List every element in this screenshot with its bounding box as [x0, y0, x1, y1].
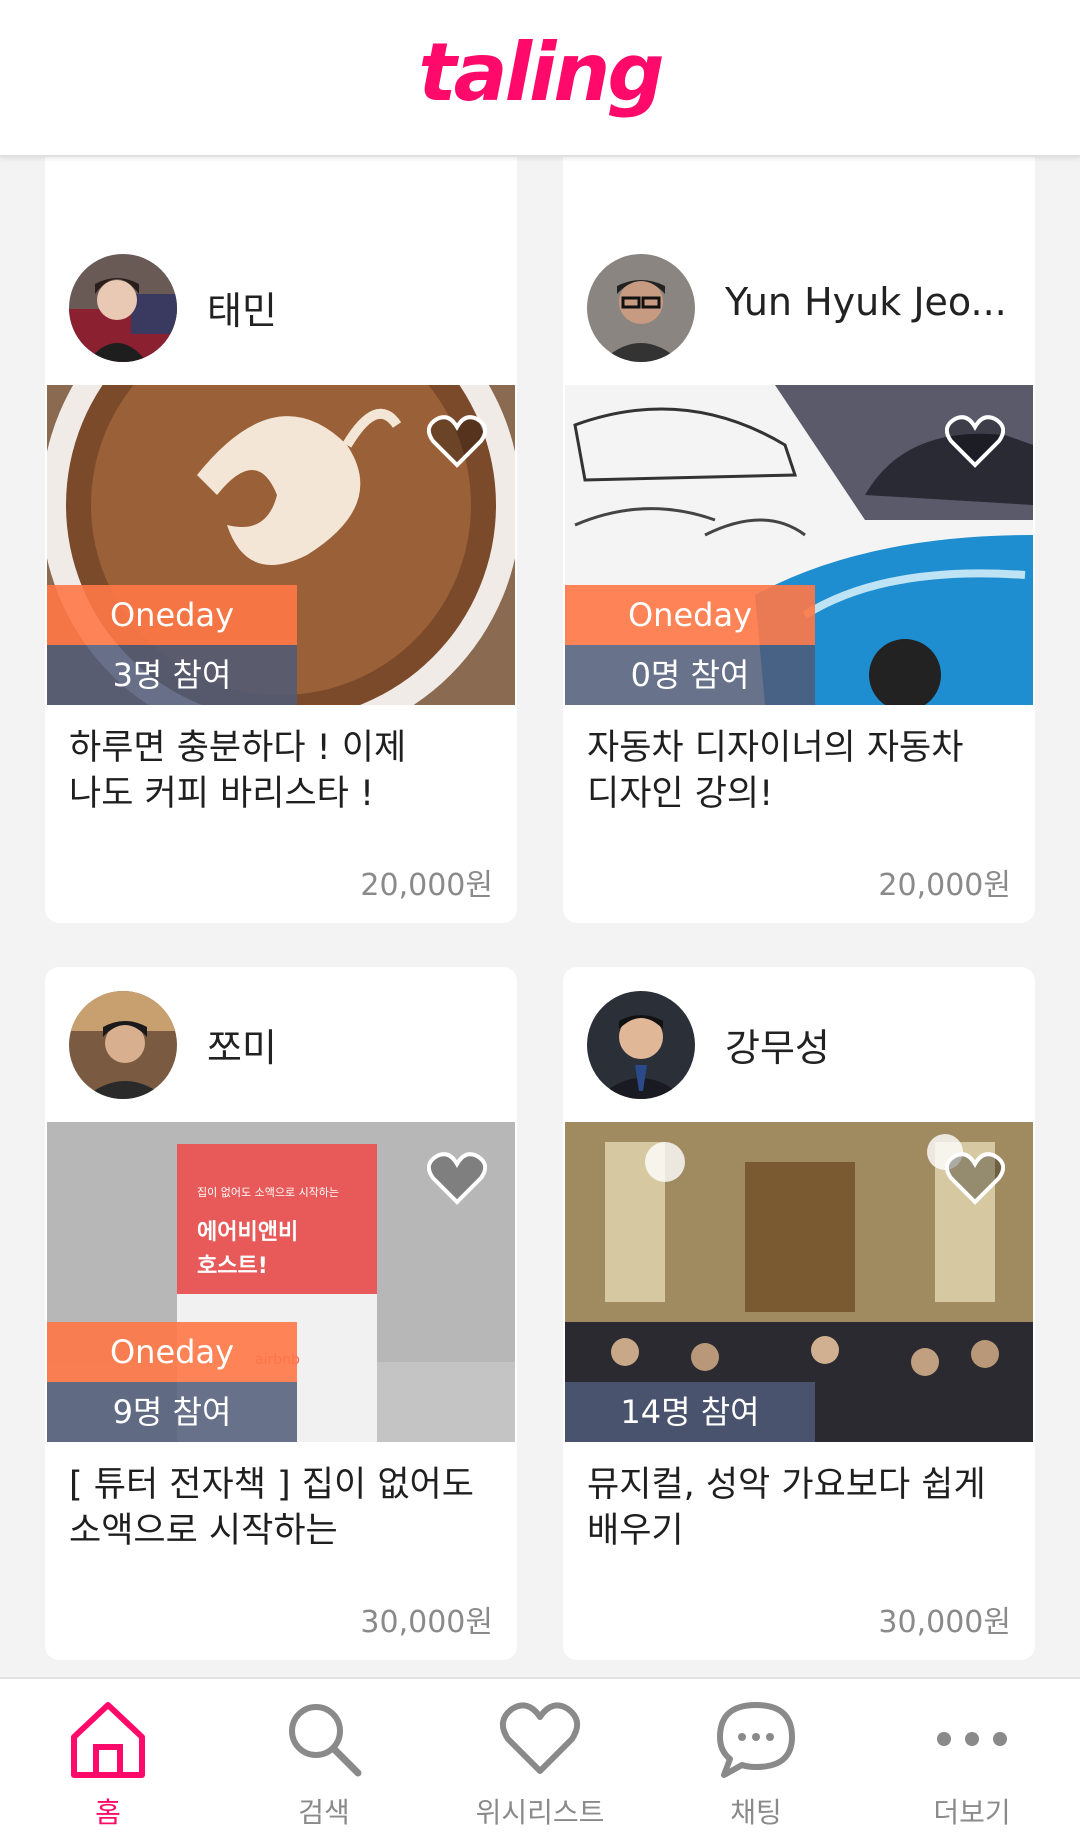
card-header: 태민 — [45, 230, 517, 385]
class-card[interactable]: Yun Hyuk Jeo... Oneday 0명 참여 자동차 디자이너의 자… — [563, 230, 1035, 923]
nav-label: 더보기 — [933, 1796, 1011, 1829]
class-title-line: 자동차 디자이너의 자동차 — [587, 728, 964, 768]
participants-badge: 0명 참여 — [565, 645, 815, 705]
nav-label: 검색 — [298, 1796, 350, 1829]
class-title-line: 나도 커피 바리스타 ! — [69, 774, 375, 814]
class-thumbnail[interactable]: Oneday 3명 참여 — [47, 385, 515, 705]
wishlist-heart-icon[interactable] — [426, 413, 488, 469]
participants-badge: 9명 참여 — [47, 1382, 297, 1442]
participants-badge: 14명 참여 — [565, 1382, 815, 1442]
app-header: taling — [0, 0, 1080, 157]
oneday-badge: Oneday — [565, 585, 815, 645]
nav-label: 위시리스트 — [475, 1796, 605, 1829]
class-card[interactable]: 쪼미 집이 없어도 소액으로 시작하는 에어비앤비 호스트! airbnb On… — [45, 967, 517, 1660]
wishlist-heart-icon[interactable] — [944, 1150, 1006, 1206]
wishlist-heart-icon[interactable] — [944, 413, 1006, 469]
class-title[interactable]: 자동차 디자이너의 자동차 디자인 강의! — [587, 725, 1017, 817]
tutor-name: 쪼미 — [207, 1026, 277, 1070]
class-price: 30,000원 — [878, 1605, 1011, 1640]
taling-logo[interactable]: taling — [418, 26, 664, 119]
book-title: 호스트! — [197, 1254, 268, 1279]
class-card[interactable]: 태민 Oneday 3명 참여 하루면 충분하다 ! 이제 나도 커피 바리스타… — [45, 230, 517, 923]
class-thumbnail[interactable]: 14명 참여 — [565, 1122, 1033, 1442]
nav-search[interactable]: 검색 — [216, 1679, 432, 1831]
nav-home[interactable]: 홈 — [0, 1679, 216, 1831]
card-header: 쪼미 — [45, 967, 517, 1122]
class-feed[interactable]: 태민 Oneday 3명 참여 하루면 충분하다 ! 이제 나도 커피 바리스타… — [0, 157, 1080, 1677]
bottom-navigation: 홈 검색 위시리스트 채팅 더보기 — [0, 1677, 1080, 1844]
oneday-badge: Oneday — [47, 585, 297, 645]
tutor-name: 태민 — [207, 289, 277, 333]
class-title-line: 디자인 강의! — [587, 774, 774, 814]
home-icon — [71, 1702, 145, 1778]
tutor-name: Yun Hyuk Jeo... — [725, 280, 1007, 324]
class-thumbnail[interactable]: 집이 없어도 소액으로 시작하는 에어비앤비 호스트! airbnb Oneda… — [47, 1122, 515, 1442]
nav-chat[interactable]: 채팅 — [648, 1679, 864, 1831]
book-subtitle: 집이 없어도 소액으로 시작하는 — [197, 1186, 340, 1199]
tutor-name: 강무성 — [725, 1026, 830, 1070]
heart-icon — [499, 1702, 581, 1774]
class-title[interactable]: [ 튜터 전자책 ] 집이 없어도 소액으로 시작하는 — [69, 1462, 499, 1554]
class-title-line: 소액으로 시작하는 — [69, 1511, 338, 1551]
class-title-line: 뮤지컬, 성악 가요보다 쉽게 — [587, 1465, 986, 1505]
nav-wishlist[interactable]: 위시리스트 — [432, 1679, 648, 1831]
tutor-avatar[interactable] — [587, 991, 695, 1099]
nav-label: 홈 — [95, 1796, 121, 1829]
class-price: 30,000원 — [360, 1605, 493, 1640]
tutor-avatar[interactable] — [69, 254, 177, 362]
class-card[interactable]: 강무성 14명 참여 뮤지컬, 성악 가요보다 쉽게 배우기 30,000원 — [563, 967, 1035, 1660]
participants-badge: 3명 참여 — [47, 645, 297, 705]
class-title-line: 하루면 충분하다 ! 이제 — [69, 728, 407, 768]
class-price: 20,000원 — [360, 868, 493, 903]
card-header: 강무성 — [563, 967, 1035, 1122]
tutor-avatar[interactable] — [587, 254, 695, 362]
wishlist-heart-icon[interactable] — [426, 1150, 488, 1206]
more-icon — [937, 1732, 1007, 1746]
class-title[interactable]: 뮤지컬, 성악 가요보다 쉽게 배우기 — [587, 1462, 1017, 1554]
book-title: 에어비앤비 — [197, 1220, 299, 1245]
tutor-avatar[interactable] — [69, 991, 177, 1099]
chat-icon — [717, 1702, 795, 1778]
nav-label: 채팅 — [730, 1796, 782, 1829]
class-title[interactable]: 하루면 충분하다 ! 이제 나도 커피 바리스타 ! — [69, 725, 499, 817]
search-icon — [289, 1704, 362, 1777]
class-price: 20,000원 — [878, 868, 1011, 903]
card-header: Yun Hyuk Jeo... — [563, 230, 1035, 385]
class-thumbnail[interactable]: Oneday 0명 참여 — [565, 385, 1033, 705]
nav-more[interactable]: 더보기 — [864, 1679, 1080, 1831]
class-title-line: [ 튜터 전자책 ] 집이 없어도 — [69, 1465, 474, 1505]
class-title-line: 배우기 — [587, 1511, 684, 1551]
book-cover-text: 집이 없어도 소액으로 시작하는 에어비앤비 호스트! — [197, 1184, 367, 1280]
oneday-badge: Oneday — [47, 1322, 297, 1382]
